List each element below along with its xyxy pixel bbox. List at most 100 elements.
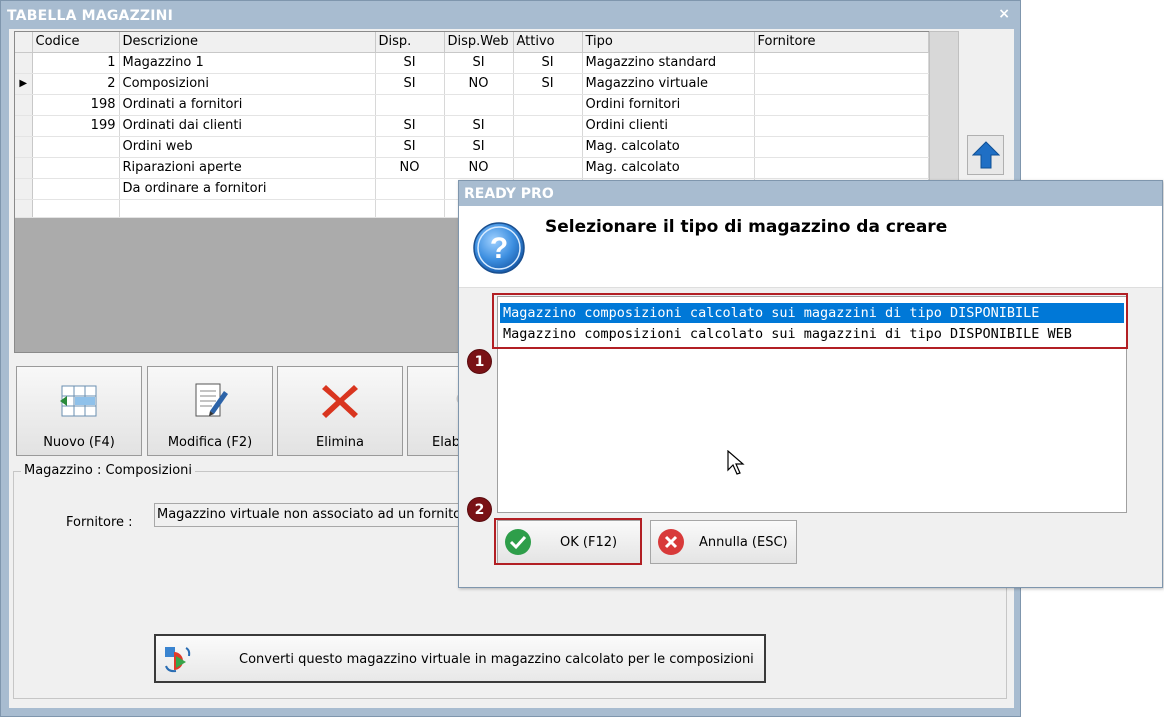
dialog-header: ? Selezionare il tipo di magazzino da cr… <box>459 206 1162 288</box>
cell-descrizione: Ordini web <box>119 136 376 158</box>
cell-disp: SI <box>375 115 445 137</box>
main-window-title: TABELLA MAGAZZINI <box>1 1 1020 29</box>
list-item-disponibile[interactable]: Magazzino composizioni calcolato sui mag… <box>500 303 1124 323</box>
current-row-indicator[interactable]: ▶ <box>15 73 33 95</box>
row-indicator[interactable] <box>15 52 33 74</box>
ok-button[interactable]: OK (F12) <box>497 520 641 564</box>
empty-cell <box>15 199 33 218</box>
ok-button-label: OK (F12) <box>560 535 618 550</box>
column-header-codice[interactable]: Codice <box>32 32 120 53</box>
cell-descrizione: Da ordinare a fornitori <box>119 178 376 200</box>
cell-tipo: Magazzino standard <box>582 52 755 74</box>
cell-tipo: Mag. calcolato <box>582 136 755 158</box>
supplier-label: Fornitore : <box>66 515 133 530</box>
cell-disp <box>375 94 445 116</box>
column-header-disp-web[interactable]: Disp.Web <box>444 32 514 53</box>
cell-disp: NO <box>375 157 445 179</box>
group-title: Magazzino : Composizioni <box>21 463 196 478</box>
column-header-attivo[interactable]: Attivo <box>513 32 583 53</box>
cancel-button[interactable]: Annulla (ESC) <box>650 520 797 564</box>
cell-tipo: Ordini fornitori <box>582 94 755 116</box>
column-header-descrizione[interactable]: Descrizione <box>119 32 376 53</box>
row-indicator[interactable] <box>15 94 33 116</box>
cell-descrizione: Ordinati dai clienti <box>119 115 376 137</box>
column-header-fornitore[interactable]: Fornitore <box>754 32 929 53</box>
table-row[interactable]: 199 Ordinati dai clienti SI SI Ordini client… <box>15 115 929 137</box>
cell-codice <box>32 178 120 200</box>
cell-descrizione: Magazzino 1 <box>119 52 376 74</box>
cell-disp: SI <box>375 73 445 95</box>
cell-codice <box>32 136 120 158</box>
delete-button[interactable]: Elimina <box>277 366 403 456</box>
edit-button-label: Modifica (F2) <box>167 435 253 450</box>
cell-tipo: Mag. calcolato <box>582 157 755 179</box>
close-icon[interactable]: × <box>998 5 1010 23</box>
warehouse-type-list[interactable]: Magazzino composizioni calcolato sui mag… <box>497 296 1127 513</box>
empty-cell <box>32 199 120 218</box>
cell-tipo: Ordini clienti <box>582 115 755 137</box>
cell-codice <box>32 157 120 179</box>
dialog-heading: Selezionare il tipo di magazzino da crea… <box>545 217 948 237</box>
cell-codice: 2 <box>32 73 120 95</box>
arrow-up-icon <box>971 141 1000 169</box>
cell-fornitore <box>754 136 929 158</box>
dialog-title: READY PRO <box>459 181 1162 206</box>
table-row[interactable]: ▶ 2 Composizioni SI NO SI Magazzino virtuale <box>15 73 929 95</box>
list-item-disponibile-web[interactable]: Magazzino composizioni calcolato sui mag… <box>500 324 1124 344</box>
supplier-field[interactable]: Magazzino virtuale non associato ad un f… <box>154 503 474 527</box>
row-indicator[interactable] <box>15 178 33 200</box>
table-row[interactable]: 1 Magazzino 1 SI SI SI Magazzino standard <box>15 52 929 74</box>
cell-attivo <box>513 157 583 179</box>
row-indicator[interactable] <box>15 136 33 158</box>
edit-button[interactable]: Modifica (F2) <box>147 366 273 456</box>
checkmark-icon <box>505 529 531 555</box>
cell-disp-web: SI <box>444 136 514 158</box>
grid-header-row: Codice Descrizione Disp. Disp.Web Attivo… <box>15 32 929 53</box>
cell-disp-web: NO <box>444 73 514 95</box>
convert-warehouse-button[interactable]: Converti questo magazzino virtuale in ma… <box>154 634 766 683</box>
move-up-button[interactable] <box>967 135 1004 175</box>
new-button[interactable]: Nuovo (F4) <box>16 366 142 456</box>
cancel-icon <box>658 529 684 555</box>
select-warehouse-type-dialog: READY PRO ? Selezionare il tipo di magaz… <box>458 180 1163 588</box>
cell-fornitore <box>754 73 929 95</box>
cell-attivo <box>513 136 583 158</box>
mouse-pointer-icon <box>727 450 745 475</box>
cell-codice: 1 <box>32 52 120 74</box>
new-button-label: Nuovo (F4) <box>43 435 115 450</box>
cell-descrizione: Ordinati a fornitori <box>119 94 376 116</box>
grid-corner <box>15 32 33 53</box>
cell-disp-web: NO <box>444 157 514 179</box>
convert-icon <box>165 647 191 673</box>
table-row[interactable]: Ordini web SI SI Mag. calcolato <box>15 136 929 158</box>
column-header-tipo[interactable]: Tipo <box>582 32 755 53</box>
cancel-button-label: Annulla (ESC) <box>699 535 788 550</box>
cell-tipo: Magazzino virtuale <box>582 73 755 95</box>
question-icon: ? <box>473 222 525 274</box>
cell-fornitore <box>754 94 929 116</box>
cell-disp-web <box>444 94 514 116</box>
column-header-disp[interactable]: Disp. <box>375 32 445 53</box>
cell-disp: SI <box>375 52 445 74</box>
cell-attivo: SI <box>513 73 583 95</box>
row-indicator[interactable] <box>15 157 33 179</box>
callout-badge-1: 1 <box>467 349 492 374</box>
cell-codice: 198 <box>32 94 120 116</box>
cell-disp-web: SI <box>444 52 514 74</box>
empty-cell <box>119 199 376 218</box>
svg-text:?: ? <box>490 232 508 265</box>
cell-attivo: SI <box>513 52 583 74</box>
cell-fornitore <box>754 115 929 137</box>
callout-badge-2: 2 <box>467 497 492 522</box>
table-row[interactable]: 198 Ordinati a fornitori Ordini fornitori <box>15 94 929 116</box>
cell-disp: SI <box>375 136 445 158</box>
cell-attivo <box>513 115 583 137</box>
delete-x-icon <box>322 385 358 418</box>
edit-document-icon <box>195 383 228 417</box>
cell-fornitore <box>754 157 929 179</box>
row-indicator[interactable] <box>15 115 33 137</box>
cell-descrizione: Composizioni <box>119 73 376 95</box>
cell-descrizione: Riparazioni aperte <box>119 157 376 179</box>
table-row[interactable]: Riparazioni aperte NO NO Mag. calcolato <box>15 157 929 179</box>
empty-cell <box>375 199 445 218</box>
